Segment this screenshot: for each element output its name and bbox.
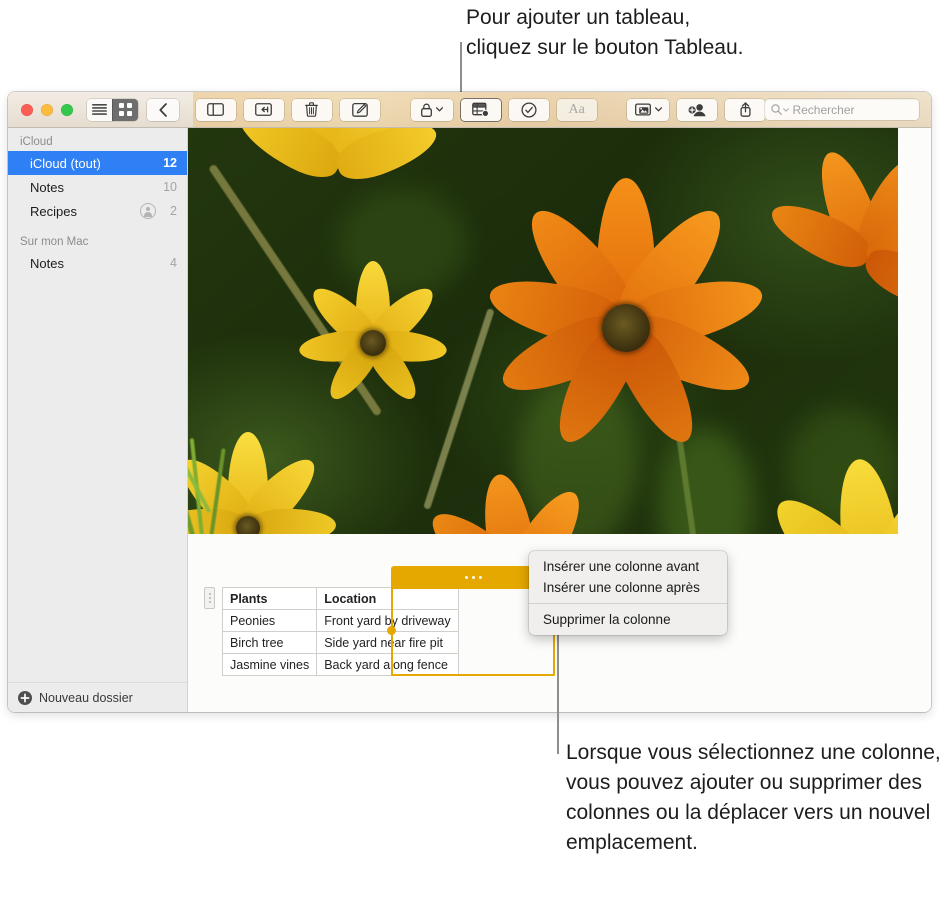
sidebar-group-title-on-my-mac: Sur mon Mac xyxy=(20,236,89,248)
callout-text-top: Pour ajouter un tableau, cliquez sur le … xyxy=(466,6,744,59)
chevron-down-icon xyxy=(654,107,662,112)
table-cell[interactable]: Jasmine vines xyxy=(221,653,318,676)
compose-note-button[interactable] xyxy=(339,98,380,121)
text-format-label: Aa xyxy=(568,101,585,117)
add-person-button[interactable] xyxy=(677,98,718,121)
column-context-menu[interactable]: Insérer une colonne avant Insérer une co… xyxy=(529,551,727,635)
plants-table[interactable]: Plants Location Peonies Front yard by dr… xyxy=(221,587,459,676)
share-group xyxy=(627,98,766,121)
column-menu-dots-icon[interactable] xyxy=(464,575,482,579)
view-mode-segmented-control[interactable] xyxy=(87,98,138,121)
table-header-cell[interactable]: Plants xyxy=(221,587,318,610)
column-resize-handle[interactable] xyxy=(386,626,396,635)
table-cell[interactable]: Back yard along fence xyxy=(316,653,459,676)
sidebar-toggle-button[interactable] xyxy=(195,98,236,121)
note-actions-group xyxy=(195,98,380,121)
minimize-button[interactable] xyxy=(41,103,53,116)
table-row[interactable]: Jasmine vines Back yard along fence xyxy=(221,653,459,676)
table-row[interactable]: Birch tree Side yard near fire pit xyxy=(221,631,459,654)
notes-app-window: Aa Rechercher iCloud iCloud (tout) 12 No… xyxy=(8,92,931,712)
sidebar-item-label: Notes xyxy=(30,179,64,195)
table-cell[interactable]: Birch tree xyxy=(221,631,318,654)
search-icon xyxy=(771,104,790,115)
table-button[interactable] xyxy=(460,98,501,121)
share-button[interactable] xyxy=(725,98,766,121)
delete-button[interactable] xyxy=(291,98,332,121)
table-cell[interactable]: Peonies xyxy=(221,609,318,632)
sidebar-item-label: iCloud (tout) xyxy=(30,155,101,171)
callout-leader-line-bottom xyxy=(557,622,559,754)
callout-text-bottom: Lorsque vous sélectionnez une colonne, v… xyxy=(566,741,939,854)
table-header-row[interactable]: Plants Location xyxy=(221,587,459,610)
checklist-button[interactable] xyxy=(508,98,549,121)
sidebar-item-notes-icloud[interactable]: Notes 10 xyxy=(8,175,187,199)
grid-view-icon[interactable] xyxy=(112,98,138,121)
sidebar: iCloud iCloud (tout) 12 Notes 10 Recipes… xyxy=(8,128,188,712)
sidebar-item-icloud-all[interactable]: iCloud (tout) 12 xyxy=(8,151,187,175)
note-photo-daisies[interactable] xyxy=(188,128,898,534)
close-button[interactable] xyxy=(21,103,33,116)
screenshot-root: Pour ajouter un tableau, cliquez sur le … xyxy=(0,0,939,910)
sidebar-item-recipes[interactable]: Recipes 2 xyxy=(8,199,187,223)
sidebar-group-title-icloud: iCloud xyxy=(20,136,53,148)
menu-separator xyxy=(529,603,727,604)
insert-group: Aa xyxy=(410,98,597,121)
sidebar-item-label: Recipes xyxy=(30,203,77,219)
table-row[interactable]: Peonies Front yard by driveway xyxy=(221,609,459,632)
sidebar-item-label: Notes xyxy=(30,255,64,271)
window-body: iCloud iCloud (tout) 12 Notes 10 Recipes… xyxy=(8,128,931,712)
shared-folder-icon xyxy=(140,203,157,219)
window-toolbar: Aa Rechercher xyxy=(8,92,931,128)
text-format-button[interactable]: Aa xyxy=(556,98,597,121)
move-to-folder-button[interactable] xyxy=(243,98,284,121)
table-cell[interactable]: Side yard near fire pit xyxy=(316,631,459,654)
new-folder-label: Nouveau dossier xyxy=(39,690,133,705)
zoom-button[interactable] xyxy=(61,103,73,116)
table-header-cell[interactable]: Location xyxy=(316,587,459,610)
menu-item-insert-column-after[interactable]: Insérer une colonne après xyxy=(529,577,727,598)
menu-item-delete-column[interactable]: Supprimer la colonne xyxy=(529,609,727,630)
lock-button[interactable] xyxy=(410,98,453,121)
sidebar-item-count: 2 xyxy=(170,204,177,218)
sidebar-item-count: 4 xyxy=(170,256,177,270)
search-input[interactable]: Rechercher xyxy=(765,99,919,120)
column-handle-icon[interactable] xyxy=(204,587,215,609)
sidebar-item-notes-local[interactable]: Notes 4 xyxy=(8,251,187,275)
sidebar-item-count: 12 xyxy=(163,156,177,170)
search-placeholder: Rechercher xyxy=(792,102,855,117)
list-view-icon[interactable] xyxy=(87,98,113,121)
sidebar-item-count: 10 xyxy=(163,180,177,194)
menu-item-insert-column-before[interactable]: Insérer une colonne avant xyxy=(529,556,727,577)
chevron-down-icon xyxy=(435,107,443,112)
plus-circle-icon xyxy=(18,690,32,705)
media-button[interactable] xyxy=(627,98,670,121)
back-button[interactable] xyxy=(147,98,179,121)
new-folder-button[interactable]: Nouveau dossier xyxy=(8,682,187,712)
window-controls xyxy=(21,103,73,116)
